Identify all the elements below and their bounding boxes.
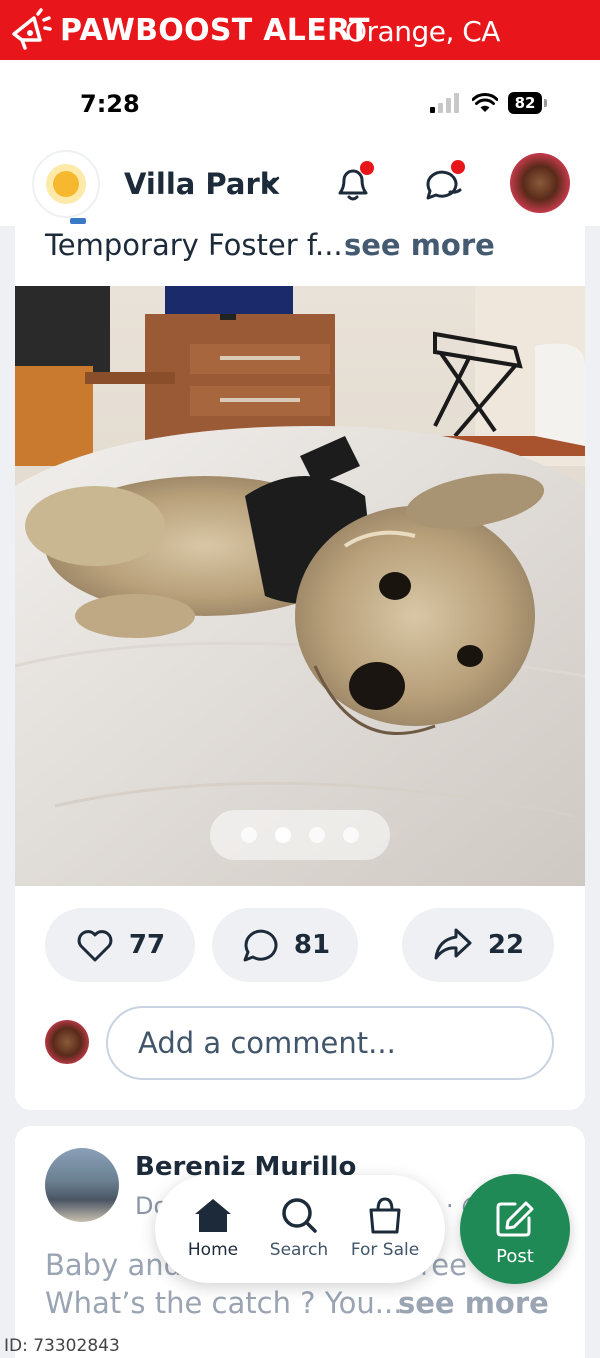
nav-home[interactable]: Home — [173, 1196, 253, 1276]
image-id-label: ID: 73302843 — [4, 1336, 120, 1356]
commenter-avatar — [45, 1020, 89, 1064]
location-name[interactable]: Villa Park — [124, 167, 279, 201]
post-text: Temporary Foster f... — [45, 228, 343, 262]
home-icon — [195, 1199, 231, 1232]
status-time: 7:28 — [80, 90, 140, 118]
messages-chat-icon[interactable] — [420, 160, 466, 206]
battery-indicator: 82 — [508, 92, 542, 114]
notifications-bell-icon[interactable] — [330, 160, 376, 206]
nav-search[interactable]: Search — [259, 1196, 339, 1276]
see-more-link-2[interactable]: see more — [398, 1286, 549, 1320]
post2-text-line2: What’s the catch ? You... — [45, 1286, 403, 1320]
megaphone-icon — [12, 8, 52, 50]
like-button[interactable]: 77 — [45, 908, 195, 982]
share-arrow-icon — [434, 928, 472, 960]
share-count: 22 — [487, 930, 525, 960]
see-more-link[interactable]: see more — [344, 228, 495, 262]
cropped-content-marker — [70, 218, 86, 224]
heart-icon — [77, 930, 113, 962]
neighborhood-logo[interactable] — [32, 150, 100, 218]
comment-input[interactable] — [106, 1006, 554, 1080]
alert-title: PAWBOOST ALERT — [60, 13, 370, 48]
chevron-down-icon[interactable] — [262, 176, 280, 188]
battery-nub — [544, 99, 547, 107]
alert-location: Orange, CA — [345, 15, 500, 48]
profile-avatar[interactable] — [510, 153, 570, 213]
post-button-label: Post — [496, 1246, 534, 1267]
carousel-dot[interactable] — [241, 827, 257, 843]
dog-photo — [15, 286, 585, 886]
nav-for-sale[interactable]: For Sale — [345, 1196, 425, 1276]
nav-home-label: Home — [187, 1240, 239, 1260]
search-icon — [282, 1198, 317, 1233]
carousel-dot-active[interactable] — [275, 827, 291, 843]
comment-bubble-icon — [243, 929, 278, 962]
author-avatar[interactable] — [45, 1148, 119, 1222]
pawboost-alert-banner: PAWBOOST ALERT Orange, CA — [0, 0, 600, 60]
shopping-bag-icon — [369, 1197, 401, 1234]
photo-carousel-indicator[interactable] — [210, 810, 390, 860]
like-count: 77 — [128, 930, 166, 960]
share-button[interactable]: 22 — [402, 908, 554, 982]
post-button[interactable]: Post — [460, 1174, 570, 1284]
wifi-icon — [472, 93, 498, 112]
carousel-dot[interactable] — [343, 827, 359, 843]
carousel-dot[interactable] — [309, 827, 325, 843]
comment-count: 81 — [293, 930, 331, 960]
nav-for-sale-label: For Sale — [350, 1240, 420, 1260]
post-photo[interactable] — [15, 286, 585, 886]
nav-search-label: Search — [269, 1240, 329, 1260]
compose-edit-icon — [496, 1201, 534, 1237]
comment-button[interactable]: 81 — [212, 908, 358, 982]
cellular-signal-icon — [430, 93, 459, 113]
sun-icon — [46, 164, 86, 204]
